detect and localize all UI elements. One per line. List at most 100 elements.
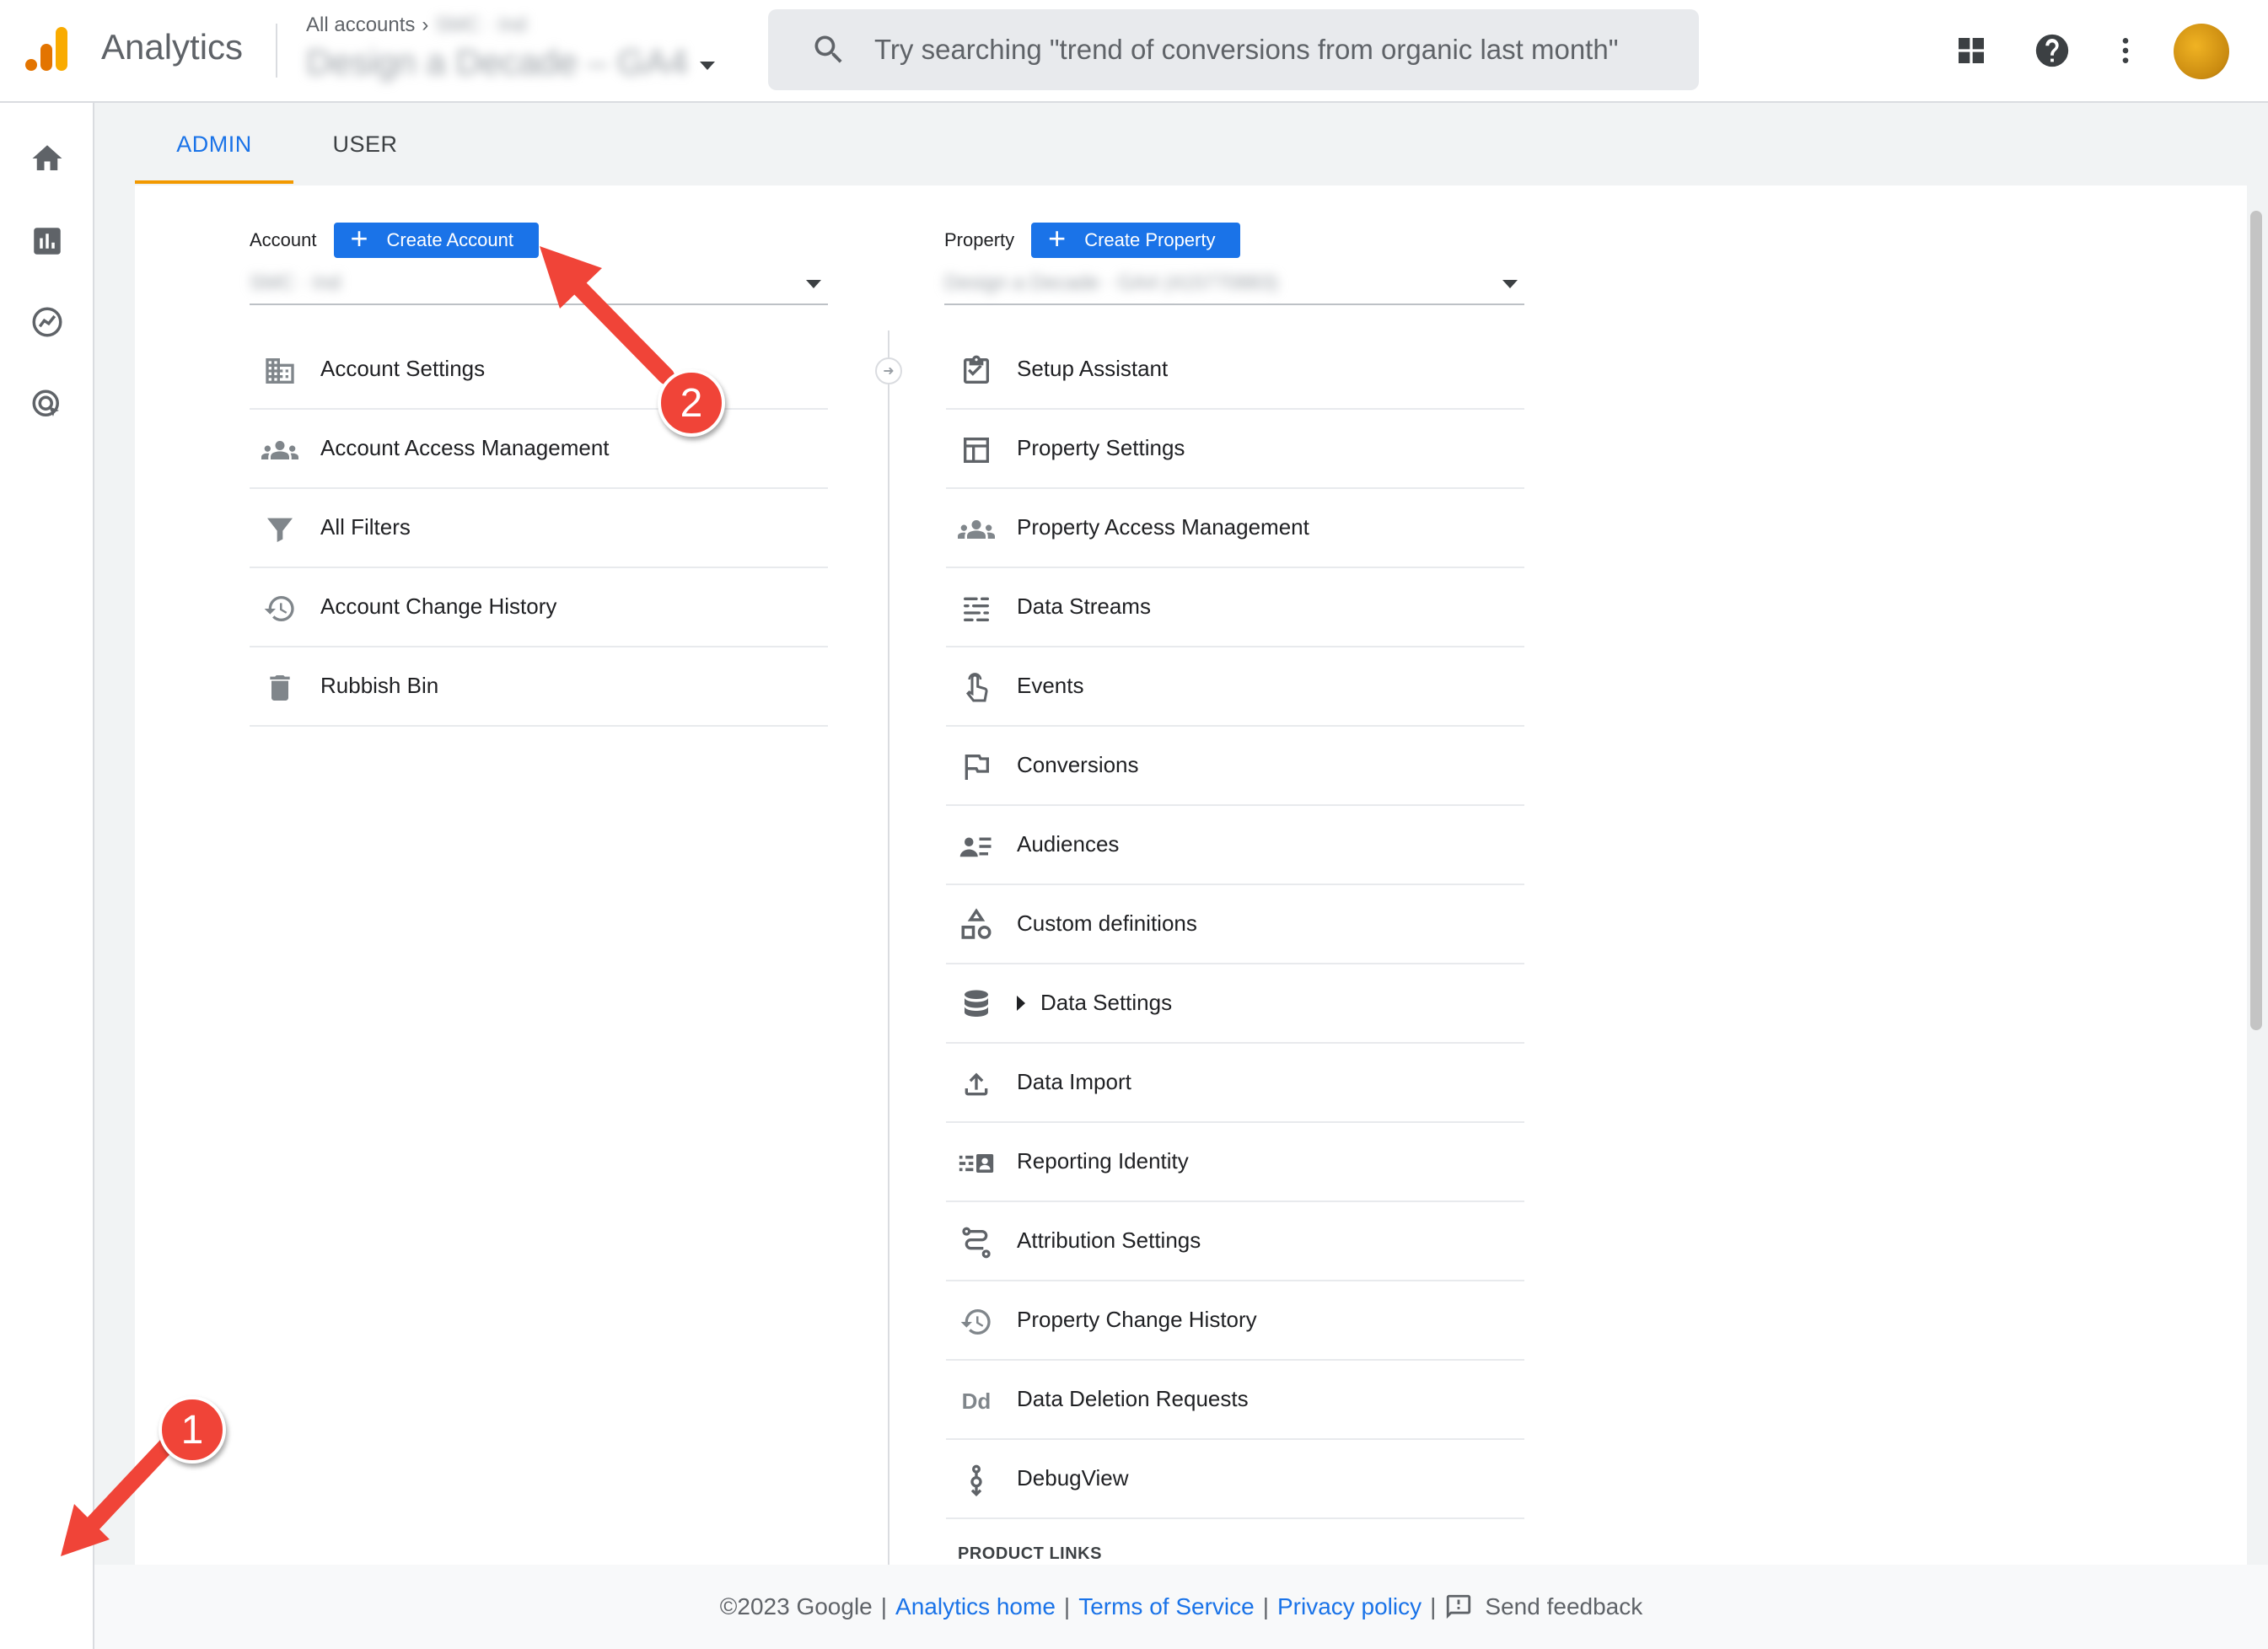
separator: | bbox=[880, 1593, 888, 1619]
audience-icon bbox=[958, 828, 995, 865]
property-settings-item[interactable]: Property Settings bbox=[946, 410, 1524, 489]
database-icon bbox=[958, 986, 995, 1023]
menu-item-label: Reporting Identity bbox=[1017, 1148, 1189, 1174]
tab-admin[interactable]: ADMIN bbox=[135, 103, 293, 185]
caret-down-icon bbox=[699, 62, 715, 70]
data-deletion-requests-item[interactable]: Dd Data Deletion Requests bbox=[946, 1361, 1524, 1440]
caret-down-icon bbox=[806, 280, 821, 288]
active-tab-indicator bbox=[135, 180, 293, 184]
account-column-header: Account + Create Account bbox=[250, 223, 539, 258]
column-divider bbox=[888, 330, 889, 1565]
app-title: Analytics bbox=[101, 27, 244, 67]
account-settings-item[interactable]: Account Settings bbox=[250, 330, 828, 410]
property-access-management-item[interactable]: Property Access Management bbox=[946, 489, 1524, 568]
menu-item-label: Rubbish Bin bbox=[320, 673, 439, 698]
dd-icon: Dd bbox=[961, 1388, 992, 1414]
attribution-settings-item[interactable]: Attribution Settings bbox=[946, 1202, 1524, 1281]
property-selector-value: Design a Decade · GA4 (415770883) bbox=[944, 271, 1279, 294]
advertising-icon[interactable] bbox=[27, 384, 67, 425]
create-account-button[interactable]: + Create Account bbox=[333, 223, 539, 258]
events-item[interactable]: Events bbox=[946, 647, 1524, 727]
home-icon[interactable] bbox=[27, 138, 67, 179]
privacy-link[interactable]: Privacy policy bbox=[1277, 1593, 1422, 1620]
avatar[interactable] bbox=[2174, 24, 2229, 79]
history-icon bbox=[958, 1303, 995, 1340]
custom-definitions-item[interactable]: Custom definitions bbox=[946, 885, 1524, 964]
identity-icon bbox=[958, 1145, 995, 1182]
search-bar[interactable] bbox=[768, 9, 1699, 90]
data-settings-label-group: Data Settings bbox=[1017, 990, 1172, 1016]
separator: | bbox=[1063, 1593, 1071, 1619]
setup-assistant-item[interactable]: Setup Assistant bbox=[946, 330, 1524, 410]
create-property-label: Create Property bbox=[1084, 229, 1216, 250]
attribution-icon bbox=[958, 1224, 995, 1261]
help-icon[interactable] bbox=[2029, 28, 2075, 73]
menu-item-label: Property Access Management bbox=[1017, 514, 1309, 540]
menu-item-label: DebugView bbox=[1017, 1465, 1129, 1491]
data-import-item[interactable]: Data Import bbox=[946, 1044, 1524, 1123]
create-account-label: Create Account bbox=[386, 229, 513, 250]
checklist-icon bbox=[958, 352, 995, 389]
account-selector[interactable]: SMC · Ind bbox=[250, 271, 828, 305]
menu-item-label: Data Deletion Requests bbox=[1017, 1386, 1249, 1411]
breadcrumb-account[interactable]: SMC · Ind bbox=[435, 13, 526, 37]
menu-item-label: Account Settings bbox=[320, 356, 486, 381]
terms-link[interactable]: Terms of Service bbox=[1078, 1593, 1255, 1620]
separator: | bbox=[1262, 1593, 1269, 1619]
conversions-item[interactable]: Conversions bbox=[946, 727, 1524, 806]
account-menu: Account Settings Account Access Manageme… bbox=[250, 330, 828, 727]
explore-icon[interactable] bbox=[27, 302, 67, 342]
audiences-item[interactable]: Audiences bbox=[946, 806, 1524, 885]
more-vert-icon[interactable] bbox=[2103, 28, 2148, 73]
debug-icon bbox=[958, 1462, 995, 1499]
callout-1: 1 bbox=[159, 1396, 226, 1464]
property-selector[interactable]: Design a Decade · GA4 (415770883) bbox=[944, 271, 1524, 305]
divider bbox=[276, 24, 277, 78]
search-input[interactable] bbox=[874, 26, 1684, 73]
property-picker[interactable]: Design a Decade – GA4 bbox=[306, 42, 715, 83]
analytics-home-link[interactable]: Analytics home bbox=[895, 1593, 1056, 1620]
apps-grid-icon[interactable] bbox=[1948, 28, 1994, 73]
data-settings-item[interactable]: Data Settings bbox=[946, 964, 1524, 1044]
flag-icon bbox=[958, 749, 995, 786]
account-label: Account bbox=[250, 229, 317, 250]
upload-icon bbox=[958, 1066, 995, 1103]
menu-item-label: Audiences bbox=[1017, 831, 1120, 857]
menu-item-label: Events bbox=[1017, 673, 1084, 698]
menu-item-label: Data Streams bbox=[1017, 594, 1151, 619]
debugview-item[interactable]: DebugView bbox=[946, 1440, 1524, 1519]
menu-item-label: Property Change History bbox=[1017, 1307, 1257, 1332]
feedback-icon bbox=[1447, 1594, 1471, 1619]
left-nav bbox=[0, 103, 94, 1649]
reporting-identity-item[interactable]: Reporting Identity bbox=[946, 1123, 1524, 1202]
account-access-management-item[interactable]: Account Access Management bbox=[250, 410, 828, 489]
touch-icon bbox=[958, 669, 995, 706]
send-feedback-button[interactable]: Send feedback bbox=[1444, 1593, 1642, 1621]
data-streams-item[interactable]: Data Streams bbox=[946, 568, 1524, 647]
tab-user[interactable]: USER bbox=[310, 103, 420, 185]
property-change-history-item[interactable]: Property Change History bbox=[946, 1281, 1524, 1361]
footer: ©2023 Google | Analytics home | Terms of… bbox=[94, 1565, 2268, 1649]
analytics-logo[interactable] bbox=[24, 25, 71, 73]
menu-item-label: Data Settings bbox=[1040, 990, 1173, 1015]
breadcrumb-root[interactable]: All accounts bbox=[306, 13, 415, 37]
rubbish-bin-item[interactable]: Rubbish Bin bbox=[250, 647, 828, 727]
filter-icon bbox=[261, 511, 298, 548]
account-selector-value: SMC · Ind bbox=[250, 271, 341, 294]
property-label: Property bbox=[944, 229, 1015, 250]
reports-icon[interactable] bbox=[27, 221, 67, 261]
plus-icon: + bbox=[1048, 221, 1067, 255]
create-property-button[interactable]: + Create Property bbox=[1031, 221, 1241, 258]
scrollbar[interactable] bbox=[2250, 211, 2262, 1030]
account-change-history-item[interactable]: Account Change History bbox=[250, 568, 828, 647]
history-icon bbox=[261, 590, 298, 627]
property-picker-label: Design a Decade – GA4 bbox=[306, 42, 688, 82]
arrow-right-icon: ➜ bbox=[875, 357, 902, 384]
expand-arrow-icon[interactable] bbox=[1017, 995, 1025, 1011]
breadcrumb[interactable]: All accounts › SMC · Ind bbox=[306, 13, 526, 37]
building-icon bbox=[261, 352, 298, 389]
all-filters-item[interactable]: All Filters bbox=[250, 489, 828, 568]
menu-item-label: Account Access Management bbox=[320, 435, 610, 460]
people-icon bbox=[958, 511, 995, 548]
menu-item-label: Account Change History bbox=[320, 594, 557, 619]
